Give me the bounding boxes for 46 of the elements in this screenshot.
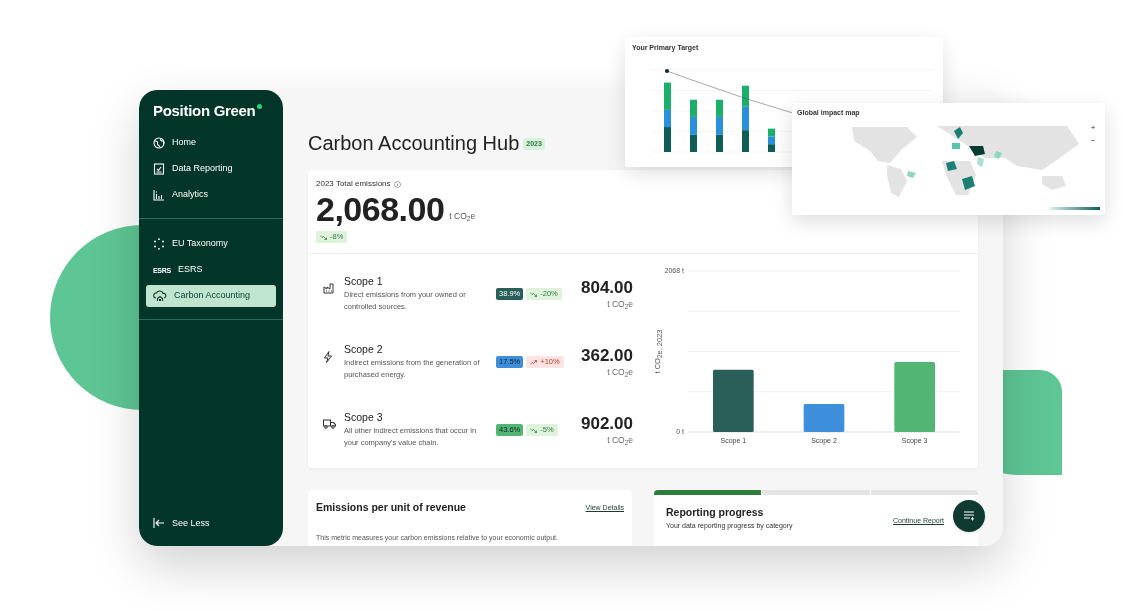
- trend-down-icon: [320, 234, 327, 240]
- nav-item[interactable]: EU Taxonomy: [146, 233, 276, 255]
- scope-title: Scope 1: [344, 275, 384, 288]
- progress-tab[interactable]: [762, 490, 870, 495]
- unit-label: t CO$_{2}$e: [449, 210, 476, 223]
- scope-value: 804.00: [581, 278, 633, 298]
- globe-icon: [153, 137, 165, 149]
- report-icon: [153, 163, 165, 175]
- cloud-house-icon: [153, 290, 167, 302]
- scope-title: Scope 2: [344, 343, 384, 356]
- page-title: Carbon Accounting Hub: [308, 131, 520, 156]
- bar: [894, 361, 935, 432]
- unit-label: t CO$_{2}$e: [607, 366, 633, 379]
- dotted-circle-icon: [153, 238, 165, 250]
- trend-down-icon: [530, 427, 538, 433]
- filter-icon: [963, 511, 975, 521]
- progress-tab[interactable]: [870, 490, 978, 495]
- info-icon[interactable]: [393, 180, 401, 188]
- factory-icon: [323, 283, 335, 294]
- bar: [803, 403, 845, 432]
- nav-item[interactable]: Carbon Accounting: [146, 285, 276, 307]
- logo: Position Green: [153, 102, 256, 120]
- nav-item[interactable]: Home: [146, 132, 276, 154]
- scope-title: Scope 3: [344, 411, 384, 424]
- see-less-link[interactable]: See Less: [139, 516, 283, 530]
- target-point: [665, 68, 669, 73]
- lightning-icon: [323, 351, 333, 363]
- collapse-icon: [153, 518, 165, 529]
- nav-item[interactable]: Analytics: [146, 184, 276, 206]
- unit-label: t CO$_{2}$e: [607, 298, 633, 311]
- scope-value: 902.00: [581, 414, 633, 434]
- progress-tab[interactable]: [654, 490, 762, 495]
- trend-up-icon: [530, 359, 538, 365]
- trend-down-icon: [530, 291, 538, 297]
- logo-dot-icon: [256, 104, 262, 109]
- card-title: Emissions per unit of revenue: [316, 500, 466, 515]
- nav-item[interactable]: Data Reporting: [146, 158, 276, 180]
- unit-label: t CO$_{2}$e: [607, 434, 633, 447]
- card-title: Reporting progress: [666, 505, 765, 520]
- legend-scale: [1050, 207, 1100, 210]
- bar: [713, 369, 754, 432]
- scope-value: 362.00: [581, 346, 633, 366]
- truck-icon: [323, 419, 336, 429]
- total-value: 2,068.00: [316, 192, 445, 226]
- bar-chart-icon: [153, 189, 165, 201]
- total-label: 2023 Total emissions: [316, 178, 391, 190]
